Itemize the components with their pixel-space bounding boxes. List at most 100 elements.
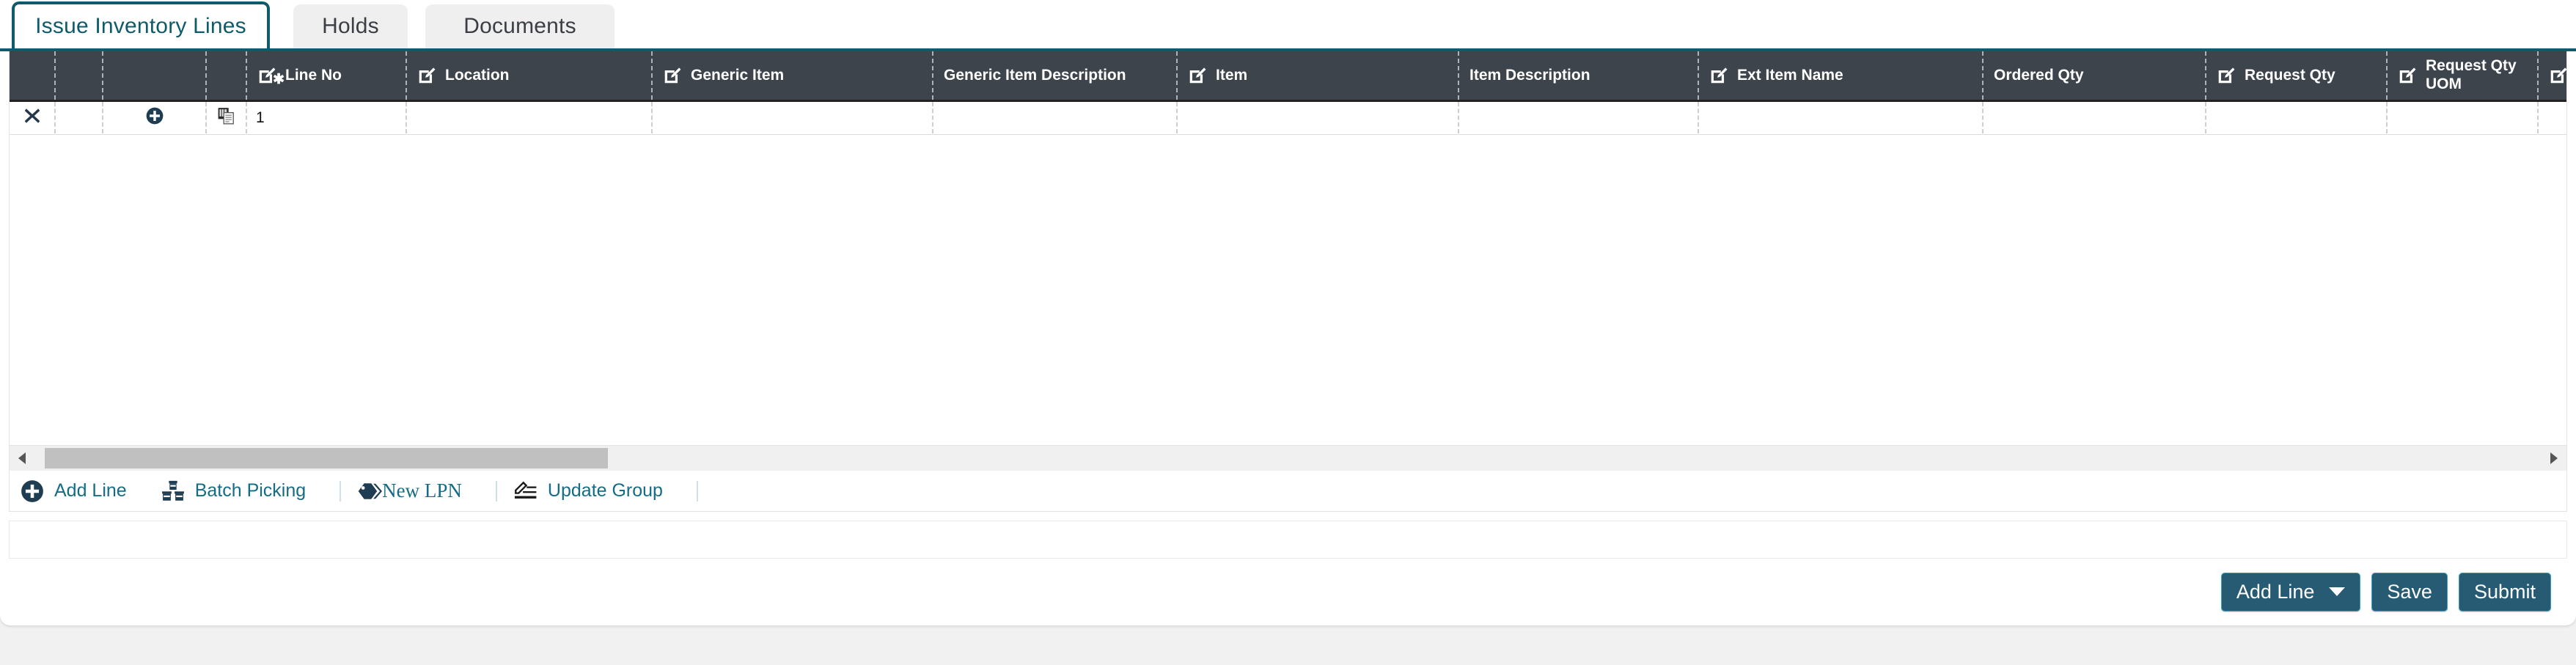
grid-header-cell-ordered-qty[interactable]: Ordered Qty [1982,51,2205,100]
submit-button[interactable]: Submit [2459,573,2551,611]
batch-picking-icon [161,479,186,504]
grid-header-cell-blank-0[interactable] [10,51,54,100]
grid-header-label: Item Description [1469,67,1590,85]
toolbar-link-add-line[interactable]: Add Line [20,479,127,504]
tab-documents[interactable]: Documents [425,4,614,48]
grid-cell[interactable] [1698,102,1982,133]
required-asterisk: ✱ [273,73,285,87]
tag-icon [357,479,382,504]
save-button[interactable]: Save [2371,573,2448,611]
grid-body: 1 [10,102,2567,421]
grid-header-row: ✱Line NoLocationGeneric ItemGeneric Item… [10,51,2567,102]
scroll-right-arrow-icon[interactable] [2542,446,2566,471]
grid-header-cell-location[interactable]: Location [406,51,651,100]
delete-row-icon[interactable] [23,106,42,130]
grid-cell[interactable]: 1 [246,102,406,133]
add-circle-icon [20,479,45,504]
add-circle-icon [145,106,164,125]
toolbar-link-update-group[interactable]: Update Group [513,479,663,504]
grid-header-cell-item[interactable]: Item [1176,51,1458,100]
inventory-lines-grid: ✱Line NoLocationGeneric ItemGeneric Item… [9,51,2567,446]
toolbar-link-new-lpn[interactable]: New LPN [357,479,462,504]
edit-icon [1188,66,1207,85]
grid-cell[interactable] [1176,102,1458,133]
issue-inventory-lines-page: Issue Inventory Lines Holds Documents ✱L… [0,0,2576,665]
toolbar-link-label: New LPN [382,480,462,502]
grid-cell[interactable] [10,102,54,133]
expand-row-icon[interactable] [145,106,164,130]
edit-icon [2549,66,2567,85]
cell-line-no[interactable]: 1 [256,109,265,127]
grid-header-cell-blank-3[interactable] [205,51,246,100]
grid-header-label: Generic Item Description [944,67,1126,85]
grid-cell[interactable] [102,102,205,133]
edit-icon [417,66,436,85]
grid-header-cell-generic-item[interactable]: Generic Item [651,51,932,100]
toolbar-link-label: Add Line [54,480,127,501]
edit-icon [1188,66,1207,85]
grid-header-cell-blank-14[interactable] [2537,51,2567,100]
update-group-icon [513,479,538,504]
button-label: Add Line [2236,581,2315,603]
grid-header-cell-generic-item-description[interactable]: Generic Item Description [932,51,1176,100]
button-label: Save [2387,581,2432,603]
grid-header-cell-line-no[interactable]: ✱Line No [246,51,406,100]
grid-cell[interactable] [54,102,102,133]
update-group-icon [513,479,538,504]
tab-label: Holds [322,14,379,39]
grid-cell[interactable] [2386,102,2537,133]
grid-header-cell-ext-item-name[interactable]: Ext Item Name [1698,51,1982,100]
grid-cell[interactable] [932,102,1176,133]
tab-label: Documents [463,14,576,39]
grid-cell[interactable] [205,102,246,133]
grid-cell[interactable] [1458,102,1698,133]
grid-header-label: Request Qty [2245,67,2335,85]
grid-cell[interactable] [2537,102,2567,133]
grid-header-cell-blank-2[interactable] [102,51,205,100]
grid-header-label: Location [445,67,510,85]
footer-button-bar: Add Line Save Submit [9,559,2567,625]
edit-icon [417,66,436,85]
grid-cell[interactable] [2205,102,2386,133]
scrollbar-thumb[interactable] [45,448,608,469]
content-panel: Issue Inventory Lines Holds Documents ✱L… [0,0,2576,625]
grid-header-cell-item-description[interactable]: Item Description [1458,51,1698,100]
copy-row-icon[interactable] [217,106,236,130]
edit-icon: ✱ [257,66,276,85]
toolbar-link-label: Update Group [548,480,663,501]
edit-icon [2398,66,2417,85]
grid-horizontal-scrollbar[interactable] [9,446,2567,471]
edit-icon [663,66,682,85]
close-x-icon [23,106,42,125]
grid-header-label: Line No [285,67,342,85]
grid-header-label: Request Qty UOM [2426,57,2537,94]
tab-holds[interactable]: Holds [293,4,408,48]
grid-header-cell-request-qty[interactable]: Request Qty [2205,51,2386,100]
toolbar-link-label: Batch Picking [195,480,306,501]
edit-icon [2398,66,2417,85]
grid-header-label: Ordered Qty [1994,67,2084,85]
tab-issue-inventory-lines[interactable]: Issue Inventory Lines [12,1,270,48]
edit-icon [2549,66,2567,85]
toolbar-link-batch-picking[interactable]: Batch Picking [161,479,306,504]
chevron-right-icon [2549,452,2559,465]
grid-header-label: Generic Item [691,67,784,85]
add-line-button[interactable]: Add Line [2221,573,2361,611]
toolbar-divider [340,481,341,501]
table-row[interactable]: 1 [10,102,2567,135]
edit-icon [1709,66,1728,85]
grid-cell[interactable] [406,102,651,133]
footer-separator-band [9,521,2567,559]
edit-icon [2217,66,2236,85]
batch-picking-icon [161,479,186,504]
toolbar-divider [496,481,497,501]
grid-header-label: Ext Item Name [1737,67,1843,85]
grid-header-cell-request-qty-uom[interactable]: Request Qty UOM [2386,51,2537,100]
grid-cell[interactable] [651,102,932,133]
grid-header-cell-blank-1[interactable] [54,51,102,100]
edit-icon [1709,66,1728,85]
scroll-left-arrow-icon[interactable] [10,446,34,471]
grid-cell[interactable] [1982,102,2205,133]
edit-icon [663,66,682,85]
button-label: Submit [2474,581,2536,603]
